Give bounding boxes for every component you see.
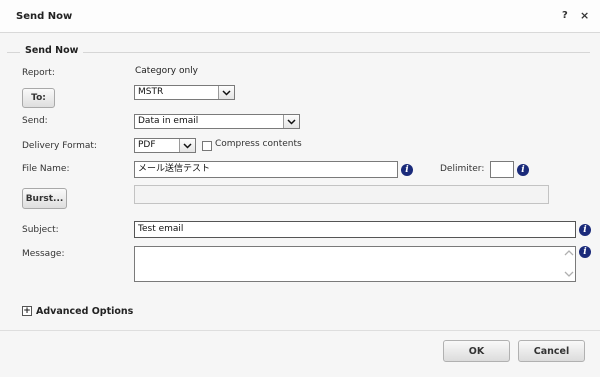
advanced-options-expand-icon[interactable]: + <box>22 306 32 316</box>
message-textarea[interactable] <box>134 246 576 282</box>
compress-contents-checkbox[interactable] <box>202 141 212 151</box>
help-button[interactable]: ? <box>562 10 568 21</box>
send-label: Send: <box>22 116 48 126</box>
cancel-button[interactable]: Cancel <box>518 340 585 362</box>
file-name-input[interactable]: メール送信テスト <box>134 161 398 178</box>
section-legend: Send Now <box>20 45 84 56</box>
footer-divider <box>0 330 600 331</box>
subject-input[interactable]: Test email <box>134 221 576 238</box>
report-value: Category only <box>135 66 199 76</box>
compress-contents-label[interactable]: Compress contents <box>215 139 302 149</box>
chevron-down-icon <box>179 139 195 152</box>
send-select[interactable]: Data in email <box>134 114 300 129</box>
dialog-titlebar <box>0 0 600 33</box>
to-button[interactable]: To: <box>22 88 55 108</box>
ok-button[interactable]: OK <box>443 340 510 362</box>
burst-input <box>134 185 549 204</box>
to-select[interactable]: MSTR <box>134 85 235 100</box>
delivery-format-select[interactable]: PDF <box>134 138 196 153</box>
delivery-format-value: PDF <box>138 140 156 150</box>
to-select-value: MSTR <box>138 87 164 97</box>
close-button[interactable]: × <box>580 9 589 22</box>
scroll-arrows-icon <box>564 250 574 277</box>
delimiter-info-icon[interactable]: i <box>517 164 529 176</box>
file-name-info-icon[interactable]: i <box>401 164 413 176</box>
chevron-down-icon <box>218 86 234 99</box>
subject-info-icon[interactable]: i <box>579 224 591 236</box>
delimiter-input[interactable] <box>490 161 514 178</box>
report-label: Report: <box>22 68 55 78</box>
chevron-down-icon <box>283 115 299 128</box>
burst-button[interactable]: Burst... <box>22 188 67 209</box>
message-scrollbar[interactable] <box>563 247 575 281</box>
message-label: Message: <box>22 249 65 259</box>
message-info-icon[interactable]: i <box>579 246 591 258</box>
send-select-value: Data in email <box>138 116 199 126</box>
file-name-label: File Name: <box>22 164 70 174</box>
advanced-options-label[interactable]: Advanced Options <box>36 306 133 317</box>
dialog-title: Send Now <box>16 11 73 22</box>
subject-label: Subject: <box>22 225 59 235</box>
delimiter-label: Delimiter: <box>440 164 485 174</box>
delivery-format-label: Delivery Format: <box>22 141 97 151</box>
